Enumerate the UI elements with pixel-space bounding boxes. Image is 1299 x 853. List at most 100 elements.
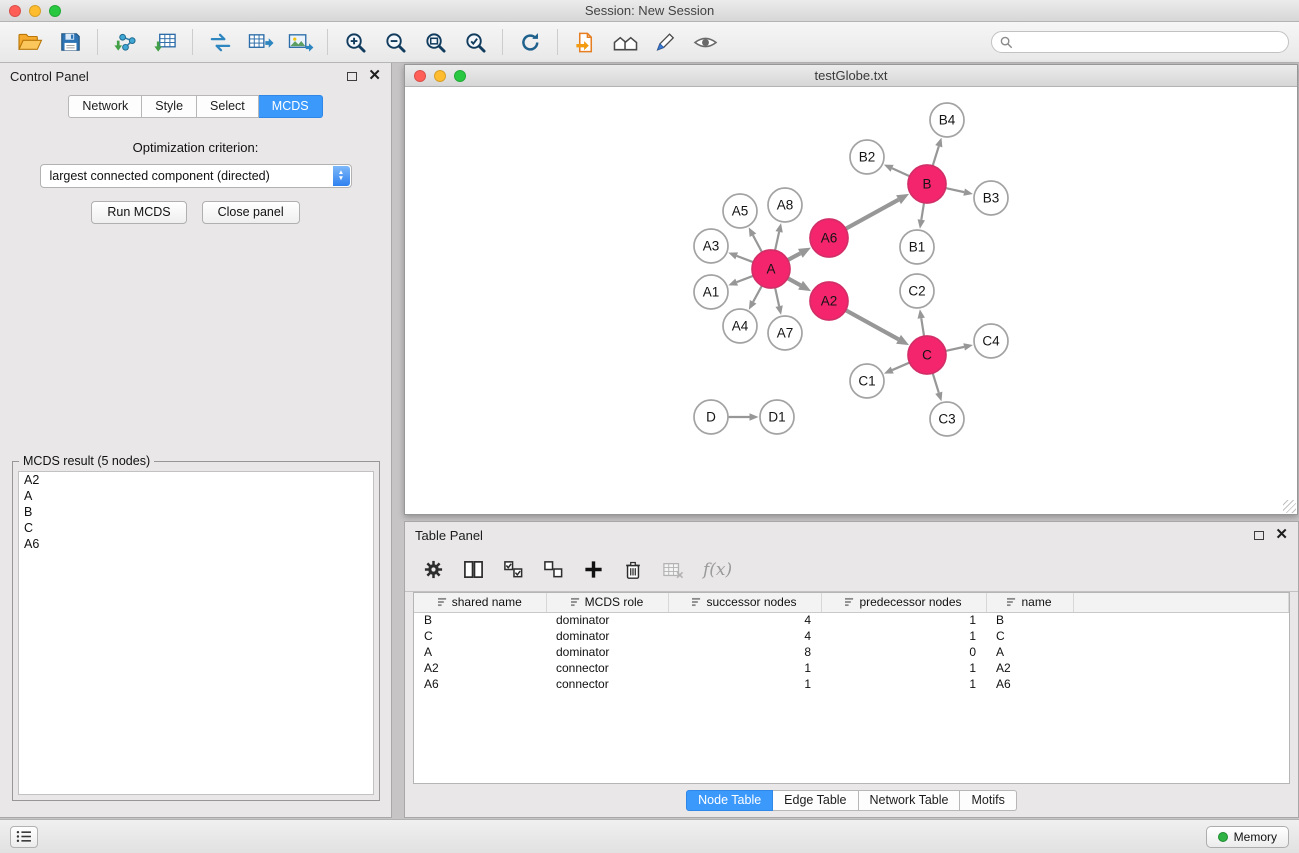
graph-edge-A-A8[interactable] (775, 232, 779, 251)
memory-button[interactable]: Memory (1206, 826, 1289, 848)
table-cell[interactable]: 1 (821, 628, 986, 644)
table-cell[interactable]: 1 (668, 676, 821, 692)
table-cell[interactable]: 1 (821, 612, 986, 628)
mcds-result-item[interactable]: A2 (19, 472, 373, 488)
graph-edge-C-C1[interactable] (892, 363, 909, 371)
network-zoom-button[interactable] (454, 70, 466, 82)
panel-menu-button[interactable] (10, 826, 38, 848)
export-table-button[interactable] (240, 26, 280, 58)
table-cell[interactable]: 4 (668, 612, 821, 628)
search-input[interactable] (1018, 35, 1280, 49)
close-window-button[interactable] (9, 5, 21, 17)
column-visibility-button[interactable] (463, 559, 484, 580)
graph-edge-C-C4[interactable] (946, 347, 965, 351)
table-cell[interactable]: dominator (546, 628, 668, 644)
network-overview-button[interactable] (605, 26, 645, 58)
graph-node-C[interactable]: C (908, 336, 946, 374)
graph-node-A2[interactable]: A2 (810, 282, 848, 320)
graph-edge-A-A6[interactable] (788, 253, 801, 260)
graph-edge-A-A5[interactable] (753, 235, 762, 252)
function-builder-button[interactable]: f(x) (703, 560, 732, 580)
column-header-predecessor-nodes[interactable]: predecessor nodes (821, 593, 986, 612)
add-row-button[interactable] (583, 559, 604, 580)
network-graph[interactable]: B4B2BB3A5A8A6B1A3AC2A1A2A4A7C4CC1C3DD1 (405, 87, 1297, 514)
close-panel-icon[interactable]: ✕ (368, 71, 381, 81)
table-cell[interactable]: 8 (668, 644, 821, 660)
graph-node-A3[interactable]: A3 (694, 229, 728, 263)
graph-node-A6[interactable]: A6 (810, 219, 848, 257)
column-header-shared-name[interactable]: shared name (414, 593, 546, 612)
graph-edge-A2-C[interactable] (846, 310, 899, 339)
graph-edge-A-A2[interactable] (788, 278, 801, 285)
delete-row-button[interactable] (623, 560, 643, 580)
table-cell[interactable]: B (986, 612, 1073, 628)
open-file-button[interactable] (10, 26, 50, 58)
table-cell[interactable]: B (414, 612, 546, 628)
minimize-window-button[interactable] (29, 5, 41, 17)
graph-edge-C-C3[interactable] (933, 373, 939, 393)
resize-grip[interactable] (1283, 500, 1296, 513)
column-header-successor-nodes[interactable]: successor nodes (668, 593, 821, 612)
graph-node-B[interactable]: B (908, 165, 946, 203)
tab-style[interactable]: Style (142, 95, 197, 118)
tab-motifs[interactable]: Motifs (960, 790, 1016, 811)
graph-edge-A-A1[interactable] (737, 276, 754, 282)
graph-node-A7[interactable]: A7 (768, 316, 802, 350)
graph-edge-B-B3[interactable] (946, 188, 965, 192)
table-cell[interactable]: A2 (414, 660, 546, 676)
network-window-titlebar[interactable]: testGlobe.txt (405, 65, 1297, 87)
table-cell[interactable]: A (414, 644, 546, 660)
window-titlebar[interactable]: Session: New Session (0, 0, 1299, 22)
graph-node-B2[interactable]: B2 (850, 140, 884, 174)
table-cell[interactable]: A6 (414, 676, 546, 692)
tab-node-table[interactable]: Node Table (686, 790, 773, 811)
table-row[interactable]: A2connector11A2 (414, 660, 1289, 676)
graph-node-C4[interactable]: C4 (974, 324, 1008, 358)
table-cell[interactable]: 1 (668, 660, 821, 676)
network-canvas[interactable]: B4B2BB3A5A8A6B1A3AC2A1A2A4A7C4CC1C3DD1 (405, 87, 1297, 514)
network-close-button[interactable] (414, 70, 426, 82)
float-table-panel-icon[interactable] (1254, 531, 1264, 540)
float-panel-icon[interactable] (347, 72, 357, 81)
graph-node-A1[interactable]: A1 (694, 275, 728, 309)
select-all-button[interactable] (503, 559, 524, 580)
table-cell[interactable]: 4 (668, 628, 821, 644)
graph-node-A8[interactable]: A8 (768, 188, 802, 222)
graph-edge-B-B4[interactable] (933, 146, 939, 166)
table-cell[interactable]: C (986, 628, 1073, 644)
export-network-button[interactable] (200, 26, 240, 58)
graph-node-C1[interactable]: C1 (850, 364, 884, 398)
table-cell[interactable]: 0 (821, 644, 986, 660)
delete-table-button[interactable] (662, 560, 684, 580)
run-mcds-button[interactable]: Run MCDS (91, 201, 186, 224)
graph-node-C2[interactable]: C2 (900, 274, 934, 308)
table-cell[interactable]: connector (546, 660, 668, 676)
deselect-all-button[interactable] (543, 559, 564, 580)
export-image-button[interactable] (280, 26, 320, 58)
style-brush-button[interactable] (645, 26, 685, 58)
graph-node-A5[interactable]: A5 (723, 194, 757, 228)
close-panel-button[interactable]: Close panel (202, 201, 300, 224)
column-header-name[interactable]: name (986, 593, 1073, 612)
export-document-button[interactable] (565, 26, 605, 58)
criterion-dropdown[interactable]: largest connected component (directed) ▲… (40, 164, 352, 188)
graph-node-A[interactable]: A (752, 250, 790, 288)
refresh-view-button[interactable] (510, 26, 550, 58)
zoom-fit-button[interactable] (415, 26, 455, 58)
zoom-selected-button[interactable] (455, 26, 495, 58)
graph-node-B4[interactable]: B4 (930, 103, 964, 137)
tab-edge-table[interactable]: Edge Table (773, 790, 858, 811)
table-row[interactable]: Cdominator41C (414, 628, 1289, 644)
column-header-MCDS-role[interactable]: MCDS role (546, 593, 668, 612)
table-cell[interactable]: dominator (546, 612, 668, 628)
graph-edge-A6-B[interactable] (846, 200, 899, 229)
import-table-button[interactable] (145, 26, 185, 58)
graph-node-D[interactable]: D (694, 400, 728, 434)
zoom-out-button[interactable] (375, 26, 415, 58)
network-minimize-button[interactable] (434, 70, 446, 82)
graph-node-C3[interactable]: C3 (930, 402, 964, 436)
graph-edge-C-C2[interactable] (921, 318, 924, 336)
graph-node-D1[interactable]: D1 (760, 400, 794, 434)
table-cell[interactable]: dominator (546, 644, 668, 660)
table-cell[interactable]: A (986, 644, 1073, 660)
